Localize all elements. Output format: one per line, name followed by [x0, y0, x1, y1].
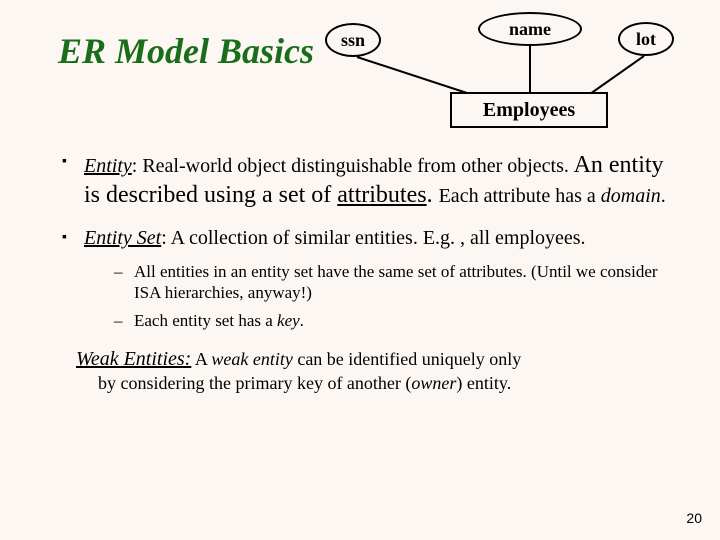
text: A collection of similar entities. E.g. ,…	[171, 227, 586, 249]
attribute-name: name	[478, 12, 582, 46]
text: ) entity.	[456, 373, 511, 393]
weak-entities-heading: Weak Entities: A weak entity can be iden…	[40, 347, 680, 372]
attribute-name-label: name	[509, 19, 551, 40]
page-number: 20	[686, 510, 702, 526]
term-key: key	[277, 311, 300, 330]
text: Each attribute has a	[439, 185, 601, 207]
text: A	[191, 349, 211, 369]
sep: :	[161, 227, 170, 249]
text: .	[661, 185, 666, 207]
weak-entities-body: by considering the primary key of anothe…	[40, 372, 680, 395]
bullet-entity-set: Entity Set: A collection of similar enti…	[64, 226, 680, 331]
entity-employees-label: Employees	[483, 99, 575, 122]
slide-title: ER Model Basics	[58, 30, 314, 72]
subbullet-key: Each entity set has a key.	[118, 310, 680, 331]
bullet-entity: Entity: Real-world object distinguishabl…	[64, 150, 680, 210]
term-entity: Entity	[84, 155, 132, 177]
text: by considering the primary key of anothe…	[98, 373, 411, 393]
text: can be identified uniquely only	[293, 349, 521, 369]
attribute-ssn-label: ssn	[341, 30, 365, 51]
term-domain: domain	[601, 185, 661, 207]
attribute-lot: lot	[618, 22, 674, 56]
term-entity-set: Entity Set	[84, 227, 161, 249]
text: Each entity set has a	[134, 311, 277, 330]
attribute-ssn: ssn	[325, 23, 381, 57]
term-attributes: attributes	[337, 182, 426, 208]
sep: :	[132, 155, 143, 177]
slide-body: Entity: Real-world object distinguishabl…	[40, 150, 680, 394]
subbullet-same-attrs: All entities in an entity set have the s…	[118, 261, 680, 304]
text: .	[300, 311, 304, 330]
text: .	[427, 182, 439, 208]
text: Real-world object distinguishable from o…	[142, 155, 569, 177]
term-weak-entity: weak entity	[211, 349, 292, 369]
term-owner: owner	[411, 373, 456, 393]
entity-employees: Employees	[450, 92, 608, 128]
attribute-lot-label: lot	[636, 29, 656, 50]
term-weak-entities: Weak Entities:	[76, 348, 191, 370]
